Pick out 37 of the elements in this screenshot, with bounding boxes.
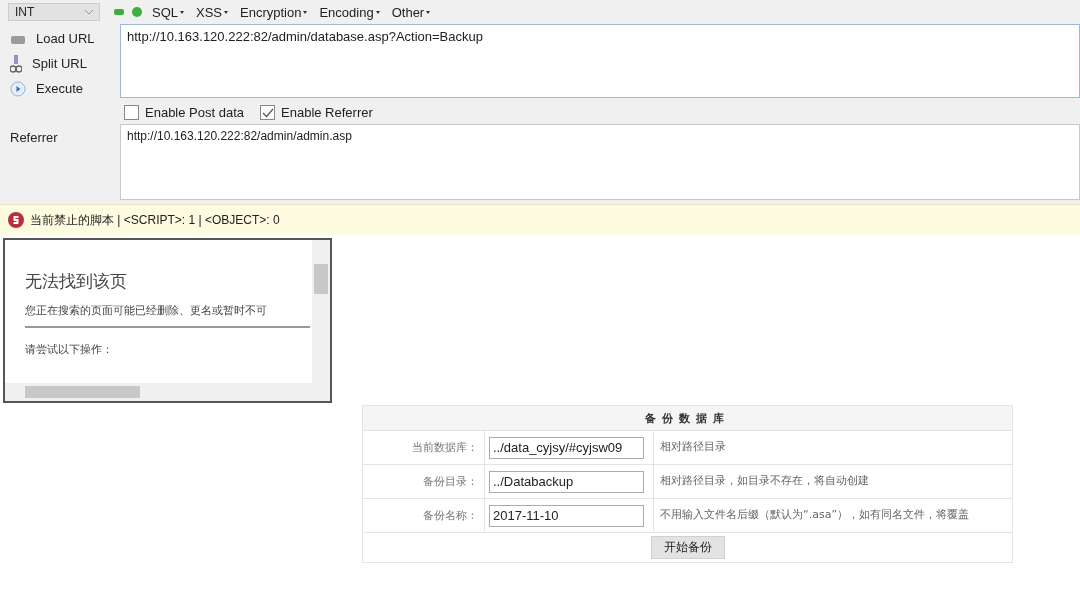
type-dropdown[interactable]: INT — [8, 3, 100, 21]
play-icon[interactable] — [10, 80, 26, 97]
field-hint: 相对路径目录，如目录不存在，将自动创建 — [660, 473, 869, 490]
vertical-scrollbar[interactable] — [312, 240, 330, 383]
input-field[interactable]: ../data_cyjsy/#cyjsw09 — [489, 436, 644, 459]
checkbox-label: Enable Referrer — [281, 105, 373, 120]
start-backup-button[interactable]: 开始备份 — [650, 536, 725, 559]
blocked-script-icon[interactable] — [8, 212, 24, 228]
input-field[interactable]: 2017-11-10 — [489, 504, 644, 527]
menu-button[interactable]: Encoding — [317, 4, 382, 20]
chevron-icon — [85, 9, 93, 15]
error-prompt: 请尝试以下操作： — [25, 342, 114, 357]
action-button[interactable]: Execute — [36, 81, 83, 96]
minus-icon[interactable] — [114, 9, 124, 15]
action-button[interactable]: Load URL — [36, 31, 95, 46]
checkbox[interactable] — [260, 105, 276, 120]
field-label: 当前数据库： — [412, 440, 478, 455]
referrer-label: Referrer — [10, 129, 59, 145]
field-hint: 相对路径目录 — [660, 439, 726, 456]
horizontal-scrollbar[interactable] — [5, 383, 330, 401]
referrer-field[interactable]: http://10.163.120.222:82/admin/admin.asp — [120, 124, 1080, 200]
action-button[interactable]: Split URL — [32, 56, 87, 71]
url-field[interactable]: http://10.163.120.222:82/admin/database.asp?Action=Backup — [120, 24, 1080, 98]
checkbox-label: Enable Post data — [145, 105, 245, 120]
menu-button[interactable]: SQL — [150, 4, 186, 20]
checkbox[interactable] — [124, 105, 139, 120]
field-label: 备份目录： — [423, 474, 478, 489]
menu-button[interactable]: XSS — [194, 4, 231, 20]
menu-button[interactable]: Encryption — [238, 4, 310, 20]
input-field[interactable]: ../Databackup — [489, 470, 644, 493]
script-status: 当前禁止的脚本 | <SCRIPT>: 1 | <OBJECT>: 0 — [30, 211, 280, 229]
field-hint: 不用输入文件名后缀（默认为“.asa”），如有同名文件，将覆盖 — [660, 507, 970, 524]
error-message: 您正在搜索的页面可能已经删除、更名或暂时不可 — [25, 303, 310, 328]
plus-icon[interactable] — [132, 7, 142, 17]
field-label: 备份名称： — [423, 508, 478, 523]
error-title: 无法找到该页 — [25, 270, 128, 293]
menu-button[interactable]: Other — [389, 4, 433, 20]
